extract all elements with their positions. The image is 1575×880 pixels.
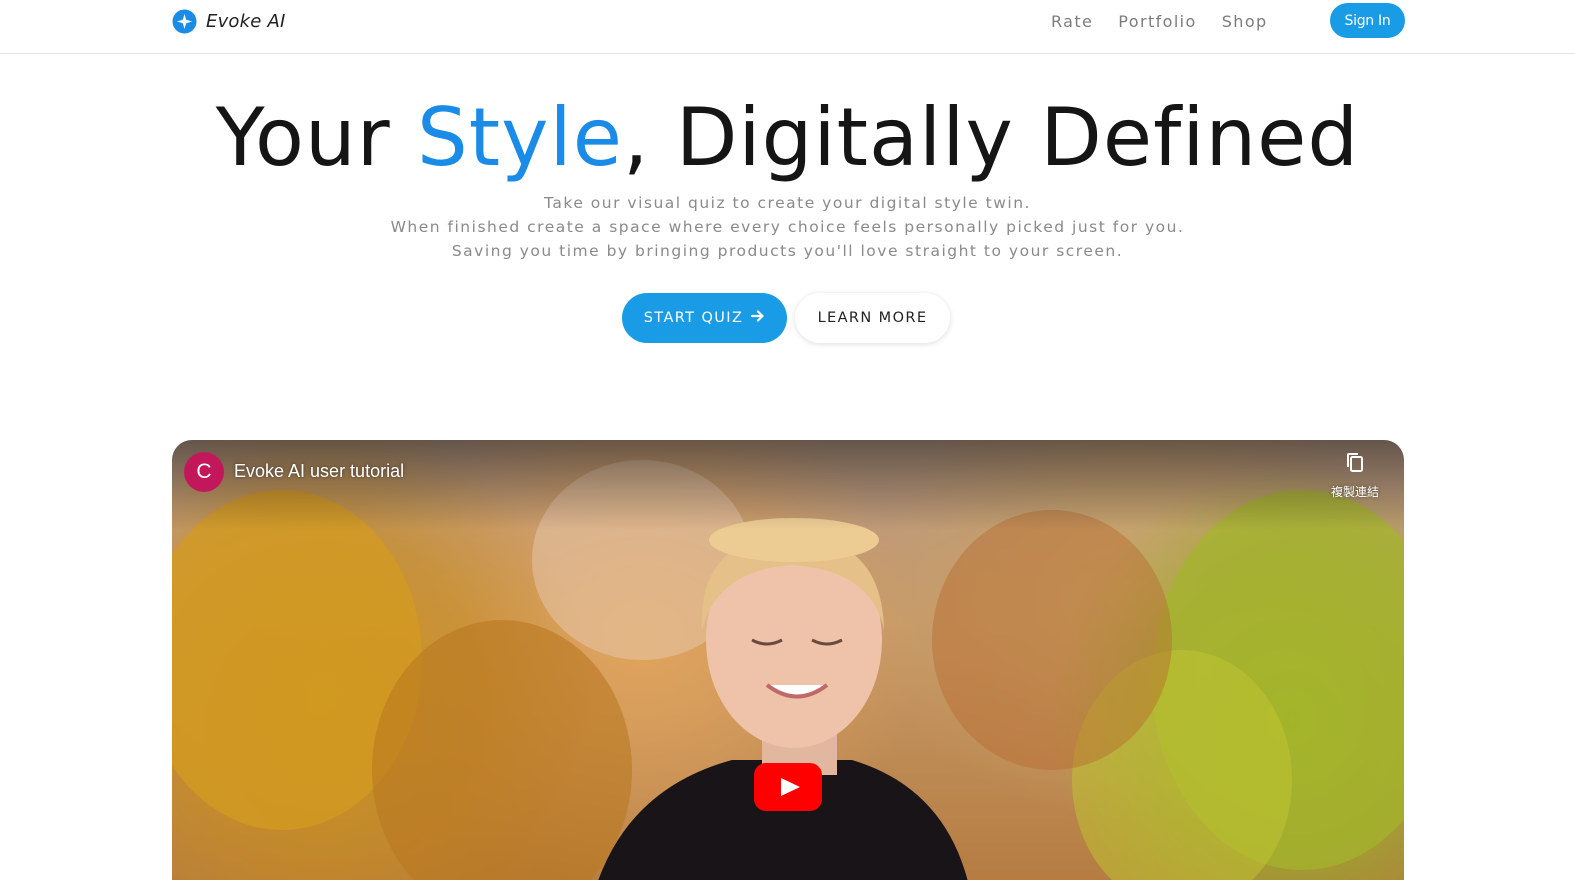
hero-title-accent: Style (417, 91, 623, 184)
sparkle-logo-icon (172, 9, 197, 34)
sign-in-button[interactable]: Sign In (1330, 3, 1405, 38)
hero-title-pre: Your (215, 91, 418, 184)
hero-title-post: , Digitally Defined (622, 91, 1360, 184)
learn-more-button[interactable]: LEARN MORE (795, 293, 950, 343)
copy-icon (1345, 452, 1365, 479)
start-quiz-button[interactable]: START QUIZ (622, 293, 787, 343)
top-navbar: Evoke AI Rate Portfolio Shop Sign In (0, 0, 1575, 54)
nav-link-shop[interactable]: Shop (1222, 12, 1268, 31)
nav-link-portfolio[interactable]: Portfolio (1118, 12, 1196, 31)
play-button[interactable] (754, 763, 822, 811)
brand-name: Evoke AI (206, 11, 286, 32)
hero-title: Your Style, Digitally Defined (0, 86, 1575, 190)
copy-link-label: 複製連結 (1330, 485, 1379, 499)
hero-subtitle-line-2: When finished create a space where every… (390, 218, 1185, 236)
copy-link-button[interactable]: 複製連結 (1320, 452, 1390, 500)
nav-links: Rate Portfolio Shop (1051, 12, 1293, 31)
nav-link-rate[interactable]: Rate (1051, 12, 1093, 31)
video-title[interactable]: Evoke AI user tutorial (234, 461, 404, 482)
channel-avatar[interactable]: C (184, 452, 224, 492)
hero-subtitle-line-3: Saving you time by bringing products you… (451, 242, 1124, 260)
start-quiz-label: START QUIZ (643, 310, 744, 326)
arrow-right-icon (751, 309, 765, 327)
hero-subtitle-line-1: Take our visual quiz to create your digi… (544, 194, 1031, 212)
video-top-shade (172, 440, 1404, 530)
video-player[interactable]: C Evoke AI user tutorial 複製連結 (172, 440, 1404, 880)
brand[interactable]: Evoke AI (172, 9, 285, 34)
play-icon (754, 763, 822, 811)
